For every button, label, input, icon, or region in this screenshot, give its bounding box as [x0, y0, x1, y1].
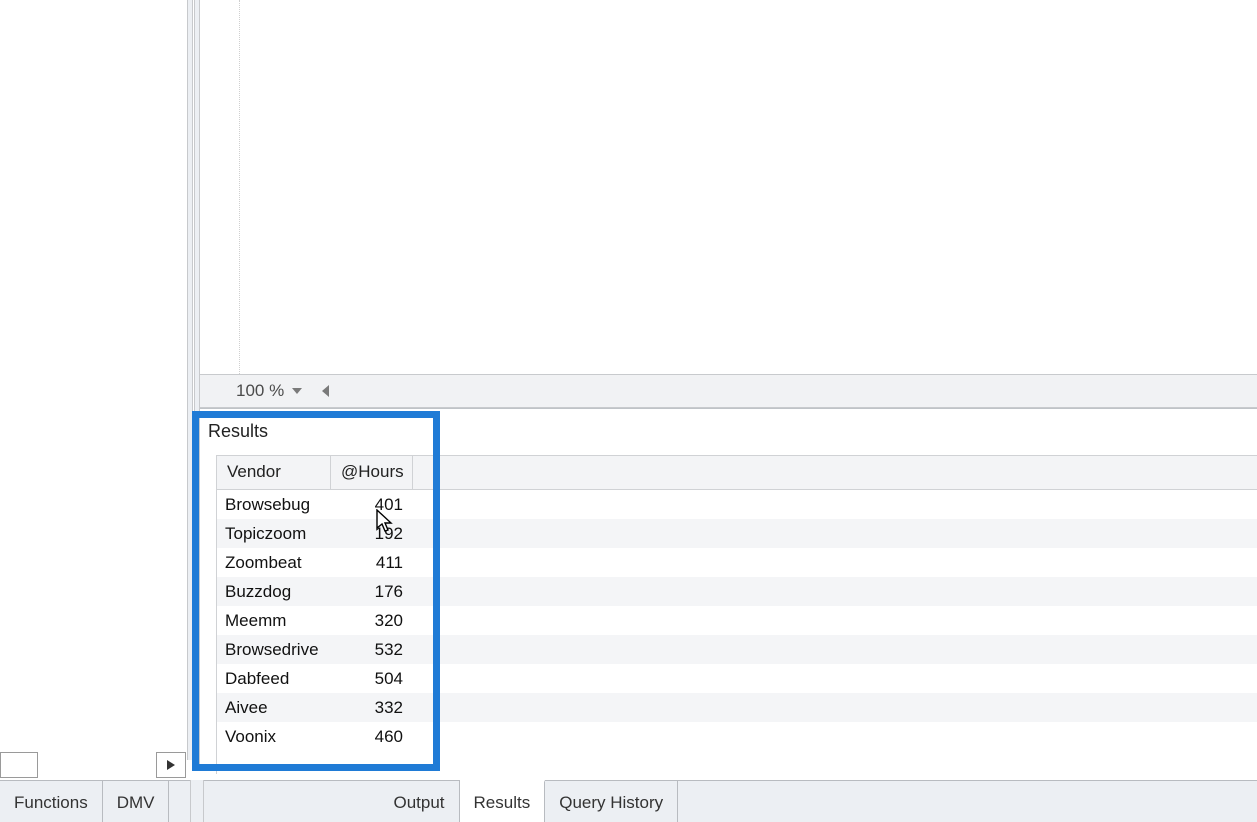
table-row[interactable]: Buzzdog176 — [217, 577, 1257, 606]
cell-vendor: Browsebug — [217, 495, 331, 515]
bottom-vertical-separator — [190, 780, 204, 822]
zoom-bar: 100 % — [200, 374, 1257, 408]
cell-hours: 192 — [331, 524, 413, 544]
table-row[interactable]: Browsebug401 — [217, 490, 1257, 519]
bottom-tabs: FunctionsDMV OutputResultsQuery History — [0, 780, 1257, 822]
tab-results[interactable]: Results — [460, 780, 546, 822]
cell-vendor: Meemm — [217, 611, 331, 631]
play-button[interactable] — [156, 752, 186, 778]
grid-header-row: Vendor @Hours — [217, 456, 1257, 490]
results-title: Results — [200, 421, 268, 451]
tab-query-history[interactable]: Query History — [545, 781, 678, 822]
editor-margin — [200, 0, 240, 376]
table-row[interactable]: Voonix460 — [217, 722, 1257, 751]
cell-hours: 332 — [331, 698, 413, 718]
cell-vendor: Voonix — [217, 727, 331, 747]
tab-functions[interactable]: Functions — [0, 781, 103, 822]
grid-body: Browsebug401Topiczoom192Zoombeat411Buzzd… — [217, 490, 1257, 751]
cell-hours: 532 — [331, 640, 413, 660]
cell-vendor: Browsedrive — [217, 640, 331, 660]
tab-dmv[interactable]: DMV — [103, 781, 170, 822]
editor-area: 100 % — [200, 0, 1257, 408]
cell-vendor: Zoombeat — [217, 553, 331, 573]
input-box[interactable] — [0, 752, 38, 778]
tabs-right-group: OutputResultsQuery History — [379, 781, 678, 822]
column-header-hours[interactable]: @Hours — [331, 456, 413, 489]
zoom-dropdown-icon[interactable] — [292, 388, 302, 394]
left-panel — [0, 0, 196, 780]
table-row[interactable]: Zoombeat411 — [217, 548, 1257, 577]
zoom-level: 100 % — [236, 381, 284, 401]
cell-vendor: Buzzdog — [217, 582, 331, 602]
column-header-vendor[interactable]: Vendor — [217, 456, 331, 489]
cell-hours: 504 — [331, 669, 413, 689]
scroll-left-icon[interactable] — [322, 385, 329, 397]
cell-vendor: Aivee — [217, 698, 331, 718]
results-pane: Results Vendor @Hours Browsebug401Topicz… — [200, 408, 1257, 778]
cell-hours: 411 — [331, 553, 413, 573]
cell-hours: 320 — [331, 611, 413, 631]
cell-hours: 460 — [331, 727, 413, 747]
cell-vendor: Dabfeed — [217, 669, 331, 689]
cell-hours: 401 — [331, 495, 413, 515]
table-row[interactable]: Browsedrive532 — [217, 635, 1257, 664]
table-row[interactable]: Meemm320 — [217, 606, 1257, 635]
results-grid[interactable]: Vendor @Hours Browsebug401Topiczoom192Zo… — [216, 455, 1257, 774]
table-row[interactable]: Topiczoom192 — [217, 519, 1257, 548]
tab-output[interactable]: Output — [379, 781, 459, 822]
table-row[interactable]: Aivee332 — [217, 693, 1257, 722]
cell-hours: 176 — [331, 582, 413, 602]
vertical-splitter[interactable] — [187, 0, 193, 760]
play-icon — [166, 759, 176, 771]
tabs-left-group: FunctionsDMV — [0, 781, 169, 822]
table-row[interactable]: Dabfeed504 — [217, 664, 1257, 693]
cell-vendor: Topiczoom — [217, 524, 331, 544]
